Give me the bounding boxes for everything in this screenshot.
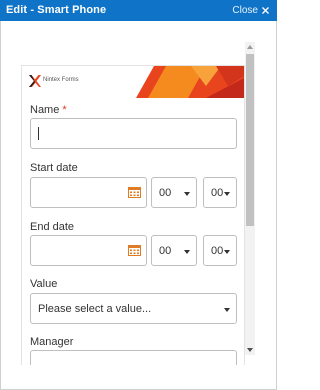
banner-graphic xyxy=(136,66,244,98)
nintex-x-logo xyxy=(29,75,41,87)
chevron-down-icon xyxy=(224,192,230,196)
close-label: Close xyxy=(232,5,258,16)
name-label-text: Name xyxy=(30,104,60,116)
manager-input[interactable] xyxy=(30,350,237,365)
chevron-down-icon xyxy=(224,308,230,312)
calendar-icon[interactable] xyxy=(128,187,141,198)
end-minute-select[interactable]: 00 xyxy=(203,235,237,266)
start-date-label: Start date xyxy=(30,162,78,174)
name-label: Name * xyxy=(30,104,67,116)
dialog-titlebar: Edit - Smart Phone Close xyxy=(0,0,277,21)
scroll-down-icon xyxy=(247,348,253,352)
chevron-down-icon xyxy=(184,250,190,254)
end-hour-value: 00 xyxy=(159,245,172,257)
end-hour-select[interactable]: 00 xyxy=(151,235,197,266)
manager-label: Manager xyxy=(30,336,74,348)
start-minute-select[interactable]: 00 xyxy=(203,177,237,208)
end-date-label: End date xyxy=(30,221,75,233)
calendar-icon[interactable] xyxy=(128,245,141,256)
form-card: Nintex Forms Name * Start date 00 00 End… xyxy=(21,65,245,365)
required-marker: * xyxy=(62,104,67,116)
name-input[interactable] xyxy=(30,118,237,149)
start-date-input[interactable] xyxy=(30,177,147,208)
close-button[interactable]: Close xyxy=(232,3,269,18)
logo-text: Nintex Forms xyxy=(43,77,79,83)
end-date-input[interactable] xyxy=(30,235,147,266)
end-minute-value: 00 xyxy=(211,245,224,257)
value-label: Value xyxy=(30,278,58,290)
value-select[interactable]: Please select a value... xyxy=(30,293,237,324)
start-minute-value: 00 xyxy=(211,187,224,199)
start-hour-select[interactable]: 00 xyxy=(151,177,197,208)
scrollbar-thumb[interactable] xyxy=(246,54,254,226)
chevron-down-icon xyxy=(224,250,230,254)
dialog-title: Edit - Smart Phone xyxy=(6,4,107,16)
scroll-down-button[interactable] xyxy=(245,345,255,355)
text-cursor xyxy=(38,127,39,140)
start-hour-value: 00 xyxy=(159,187,172,199)
scroll-up-button[interactable] xyxy=(245,42,255,52)
scroll-up-icon xyxy=(247,45,253,49)
close-icon xyxy=(262,7,269,14)
value-select-text: Please select a value... xyxy=(38,303,152,315)
chevron-down-icon xyxy=(184,192,190,196)
form-banner: Nintex Forms xyxy=(22,66,244,98)
